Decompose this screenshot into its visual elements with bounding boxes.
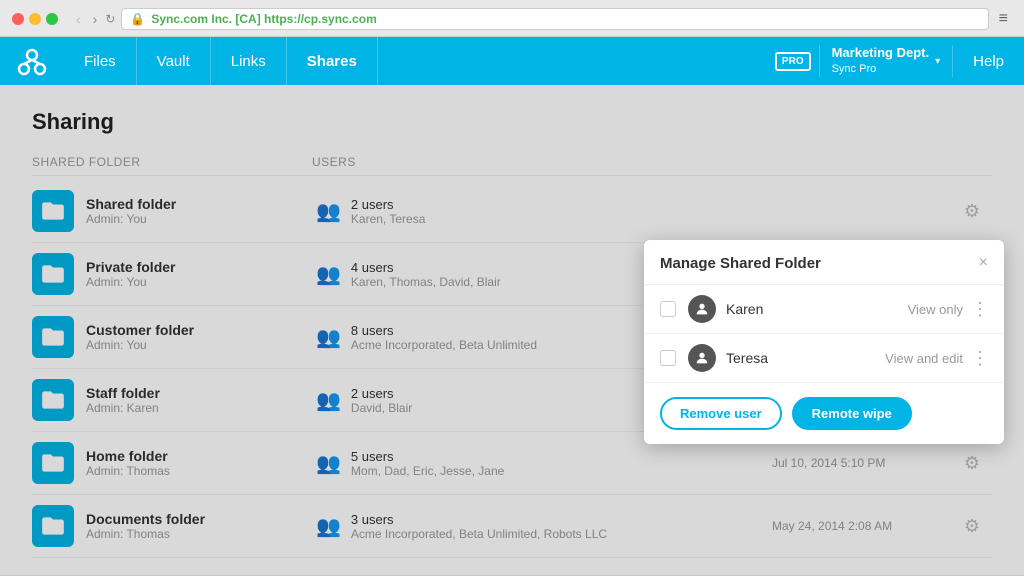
- browser-menu-button[interactable]: ≡: [995, 10, 1012, 28]
- remote-wipe-button[interactable]: Remote wipe: [792, 397, 912, 430]
- main-content: Sharing Shared Folder Users Shared folde…: [0, 85, 1024, 575]
- sync-logo-icon: [16, 45, 48, 77]
- nav-help[interactable]: Help: [953, 53, 1024, 70]
- nav-user-menu[interactable]: Marketing Dept. Sync Pro ▾: [819, 45, 954, 76]
- modal-footer: Remove user Remote wipe: [644, 383, 1004, 444]
- nav-shares[interactable]: Shares: [287, 37, 378, 85]
- app-navbar: Files Vault Links Shares PRO Marketing D…: [0, 37, 1024, 85]
- user-permission-teresa: View and edit: [885, 351, 963, 366]
- modal-title: Manage Shared Folder: [660, 255, 821, 272]
- fullscreen-dot[interactable]: [46, 13, 58, 25]
- modal-user-row: Teresa View and edit ⋮: [644, 334, 1004, 383]
- nav-vault[interactable]: Vault: [137, 37, 211, 85]
- nav-links[interactable]: Links: [211, 37, 287, 85]
- close-dot[interactable]: [12, 13, 24, 25]
- user-checkbox-karen[interactable]: [660, 301, 676, 317]
- user-options-teresa[interactable]: ⋮: [971, 348, 988, 369]
- minimize-dot[interactable]: [29, 13, 41, 25]
- nav-items: Files Vault Links Shares: [64, 37, 378, 85]
- modal-header: Manage Shared Folder ×: [644, 240, 1004, 285]
- nav-user-sub: Sync Pro: [832, 62, 930, 76]
- pro-badge: PRO: [775, 52, 811, 71]
- manage-shared-folder-modal: Manage Shared Folder × Karen View only ⋮…: [644, 240, 1004, 444]
- url-text: Sync.com Inc. [CA] https://cp.sync.com: [151, 12, 376, 26]
- user-avatar-teresa: [688, 344, 716, 372]
- nav-right: PRO Marketing Dept. Sync Pro ▾ Help: [775, 37, 1024, 85]
- forward-button[interactable]: ›: [89, 9, 102, 29]
- user-avatar-karen: [688, 295, 716, 323]
- address-bar[interactable]: 🔒 Sync.com Inc. [CA] https://cp.sync.com: [121, 8, 988, 30]
- browser-dots: [12, 13, 58, 25]
- browser-nav: ‹ › ↻: [72, 9, 115, 29]
- back-button[interactable]: ‹: [72, 9, 85, 29]
- person-icon: [694, 350, 710, 366]
- browser-titlebar: ‹ › ↻ 🔒 Sync.com Inc. [CA] https://cp.sy…: [0, 0, 1024, 36]
- user-permission-karen: View only: [908, 302, 963, 317]
- reload-button[interactable]: ↻: [105, 9, 115, 29]
- user-options-karen[interactable]: ⋮: [971, 299, 988, 320]
- person-icon: [694, 301, 710, 317]
- user-name-karen: Karen: [726, 301, 908, 317]
- nav-files[interactable]: Files: [64, 37, 137, 85]
- modal-close-button[interactable]: ×: [979, 254, 988, 272]
- browser-chrome: ‹ › ↻ 🔒 Sync.com Inc. [CA] https://cp.sy…: [0, 0, 1024, 37]
- user-checkbox-teresa[interactable]: [660, 350, 676, 366]
- app-logo: [0, 37, 64, 85]
- chevron-down-icon: ▾: [935, 56, 940, 67]
- user-name-teresa: Teresa: [726, 350, 885, 366]
- remove-user-button[interactable]: Remove user: [660, 397, 782, 430]
- nav-user-name: Marketing Dept.: [832, 45, 930, 62]
- modal-user-row: Karen View only ⋮: [644, 285, 1004, 334]
- lock-icon: 🔒: [130, 12, 145, 26]
